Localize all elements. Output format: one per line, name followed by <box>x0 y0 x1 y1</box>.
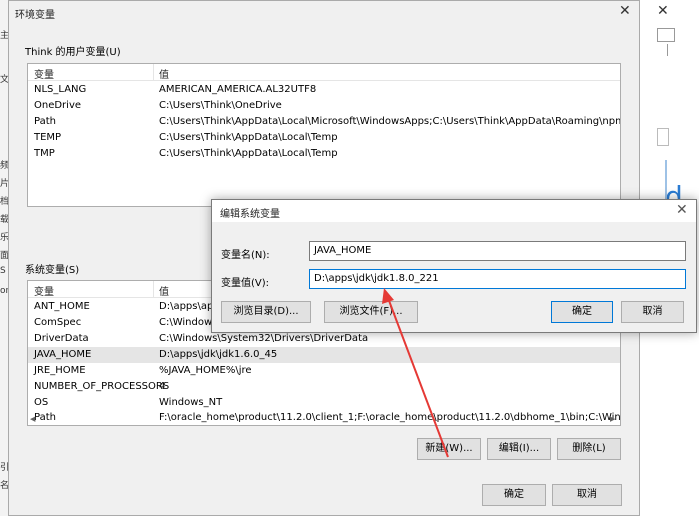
annotation-arrow-icon <box>382 288 449 458</box>
arrow-shaft <box>387 297 449 458</box>
arrow-head <box>382 288 394 304</box>
